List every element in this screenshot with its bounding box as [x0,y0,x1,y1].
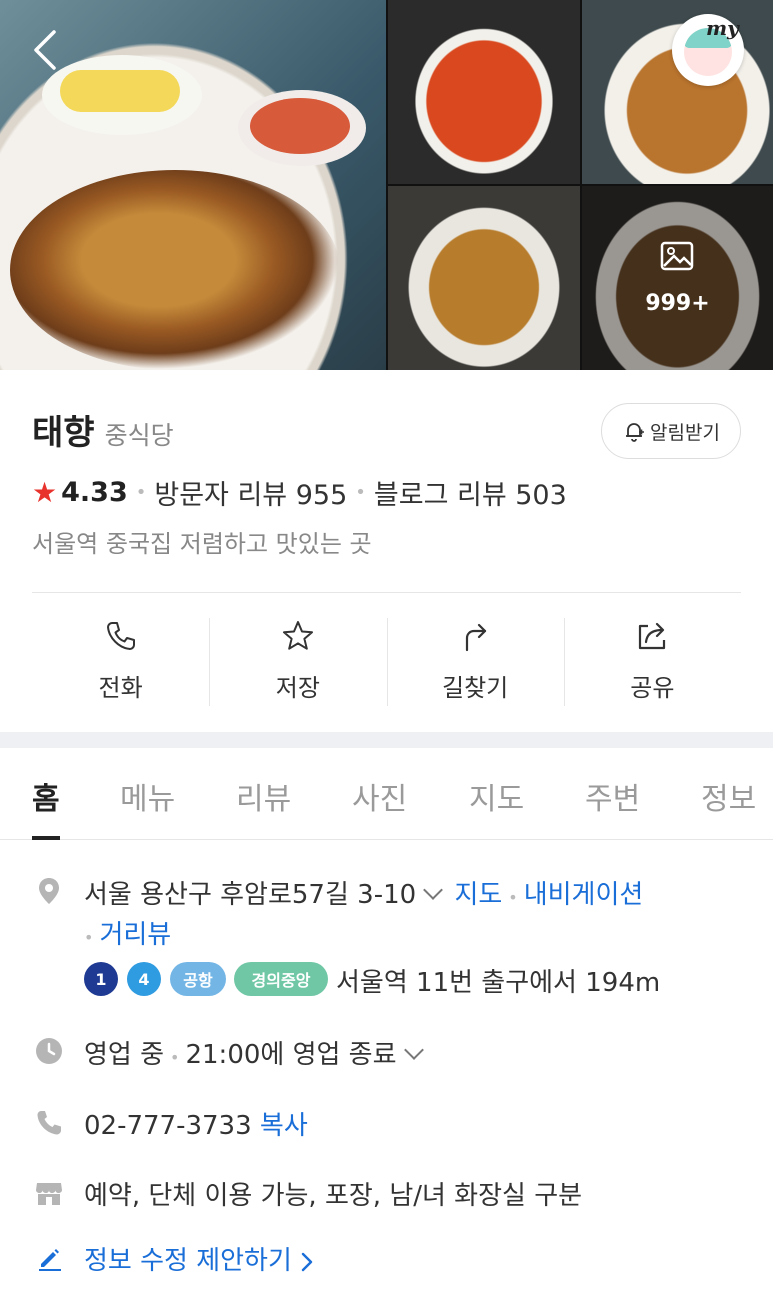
tab-reviews[interactable]: 리뷰 [236,774,291,818]
visitor-reviews-link[interactable]: 방문자 리뷰 955 [154,473,347,512]
action-bar: 전화 저장 길찾기 공유 [32,612,741,708]
alarm-button[interactable]: 알림받기 [601,403,741,459]
call-button[interactable]: 전화 [32,612,209,708]
chevron-right-icon [301,1252,313,1271]
chevron-down-icon[interactable] [423,880,444,900]
image-icon [660,241,694,271]
bell-plus-icon [626,423,645,442]
star-rating-icon: ★ [32,476,58,509]
subway-exit-text: 서울역 11번 출구에서 194m [336,968,661,998]
blog-reviews-link[interactable]: 블로그 리뷰 503 [374,473,567,512]
directions-label: 길찾기 [442,674,509,702]
tab-nearby[interactable]: 주변 [585,774,640,818]
star-icon [282,621,313,650]
rating-score: 4.33 [61,477,128,508]
phone-number[interactable]: 02-777-3733 [84,1111,252,1141]
share-label: 공유 [630,674,675,702]
photo-thumb-1[interactable] [388,0,580,184]
streetview-link[interactable]: 거리뷰 [99,920,171,950]
clock-icon [36,1038,62,1064]
chevron-down-icon[interactable] [403,1040,424,1060]
phone-icon [106,622,135,650]
photo-gallery[interactable]: 999+ my [0,0,773,370]
phone-row: 02-777-3733 복사 [84,1105,308,1142]
subway-airport-badge: 공항 [170,962,226,996]
tab-map[interactable]: 지도 [469,774,524,818]
place-description: 서울역 중국집 저렴하고 맛있는 곳 [32,530,372,558]
save-button[interactable]: 저장 [209,612,386,708]
divider [32,592,741,593]
address-row: 서울 용산구 후암로57길 3-10 지도 • 내비게이션 [84,880,644,910]
copy-button[interactable]: 복사 [260,1111,308,1141]
my-label: my [706,16,739,40]
location-pin-icon [39,878,59,904]
tab-photos[interactable]: 사진 [352,774,407,818]
edit-suggestion-label: 정보 수정 제안하기 [84,1246,292,1276]
place-title: 태향 중식당 [32,405,174,454]
edit-suggestion-link[interactable]: 정보 수정 제안하기 [84,1240,314,1277]
hours-detail: 21:00에 영업 종료 [185,1040,397,1070]
directions-icon [466,623,487,652]
place-name: 태향 [32,413,95,453]
my-button[interactable]: my [672,14,744,86]
hours-status: 영업 중 [84,1040,165,1070]
alarm-label: 알림받기 [650,421,720,444]
tab-menu[interactable]: 메뉴 [120,774,175,818]
subway-line-4-badge: 4 [127,962,161,996]
subway-line-1-badge: 1 [84,962,118,996]
navigation-link[interactable]: 내비게이션 [524,880,644,910]
hours-row[interactable]: 영업 중 • 21:00에 영업 종료 [84,1034,427,1071]
tab-info[interactable]: 정보 [701,774,756,818]
phone-icon [37,1111,61,1135]
active-tab-indicator [32,836,60,840]
share-icon [639,622,666,650]
store-icon [36,1183,62,1205]
address-text: 서울 용산구 후암로57길 3-10 [84,880,417,910]
call-label: 전화 [98,674,143,702]
map-link[interactable]: 지도 [454,880,502,910]
tab-home[interactable]: 홈 [32,774,60,818]
section-divider [0,732,773,748]
photo-thumb-2[interactable] [582,0,773,184]
streetview-row: • 거리뷰 [84,920,172,950]
photo-thumb-3[interactable] [388,186,580,370]
amenities-text: 예약, 단체 이용 가능, 포장, 남/녀 화장실 구분 [84,1181,583,1211]
directions-button[interactable]: 길찾기 [386,612,564,708]
rating-row: ★ 4.33 • 방문자 리뷰 955 • 블로그 리뷰 503 [32,473,567,512]
share-button[interactable]: 공유 [563,612,741,708]
tab-bar: 홈 메뉴 리뷰 사진 지도 주변 정보 [0,748,773,840]
photo-thumb-more[interactable]: 999+ [582,186,773,370]
photo-count: 999+ [645,291,710,316]
place-category: 중식당 [104,421,174,450]
subway-gyeongui-badge: 경의중앙 [234,962,328,996]
pencil-icon [39,1249,61,1271]
save-label: 저장 [275,674,320,702]
back-icon[interactable] [28,28,64,72]
